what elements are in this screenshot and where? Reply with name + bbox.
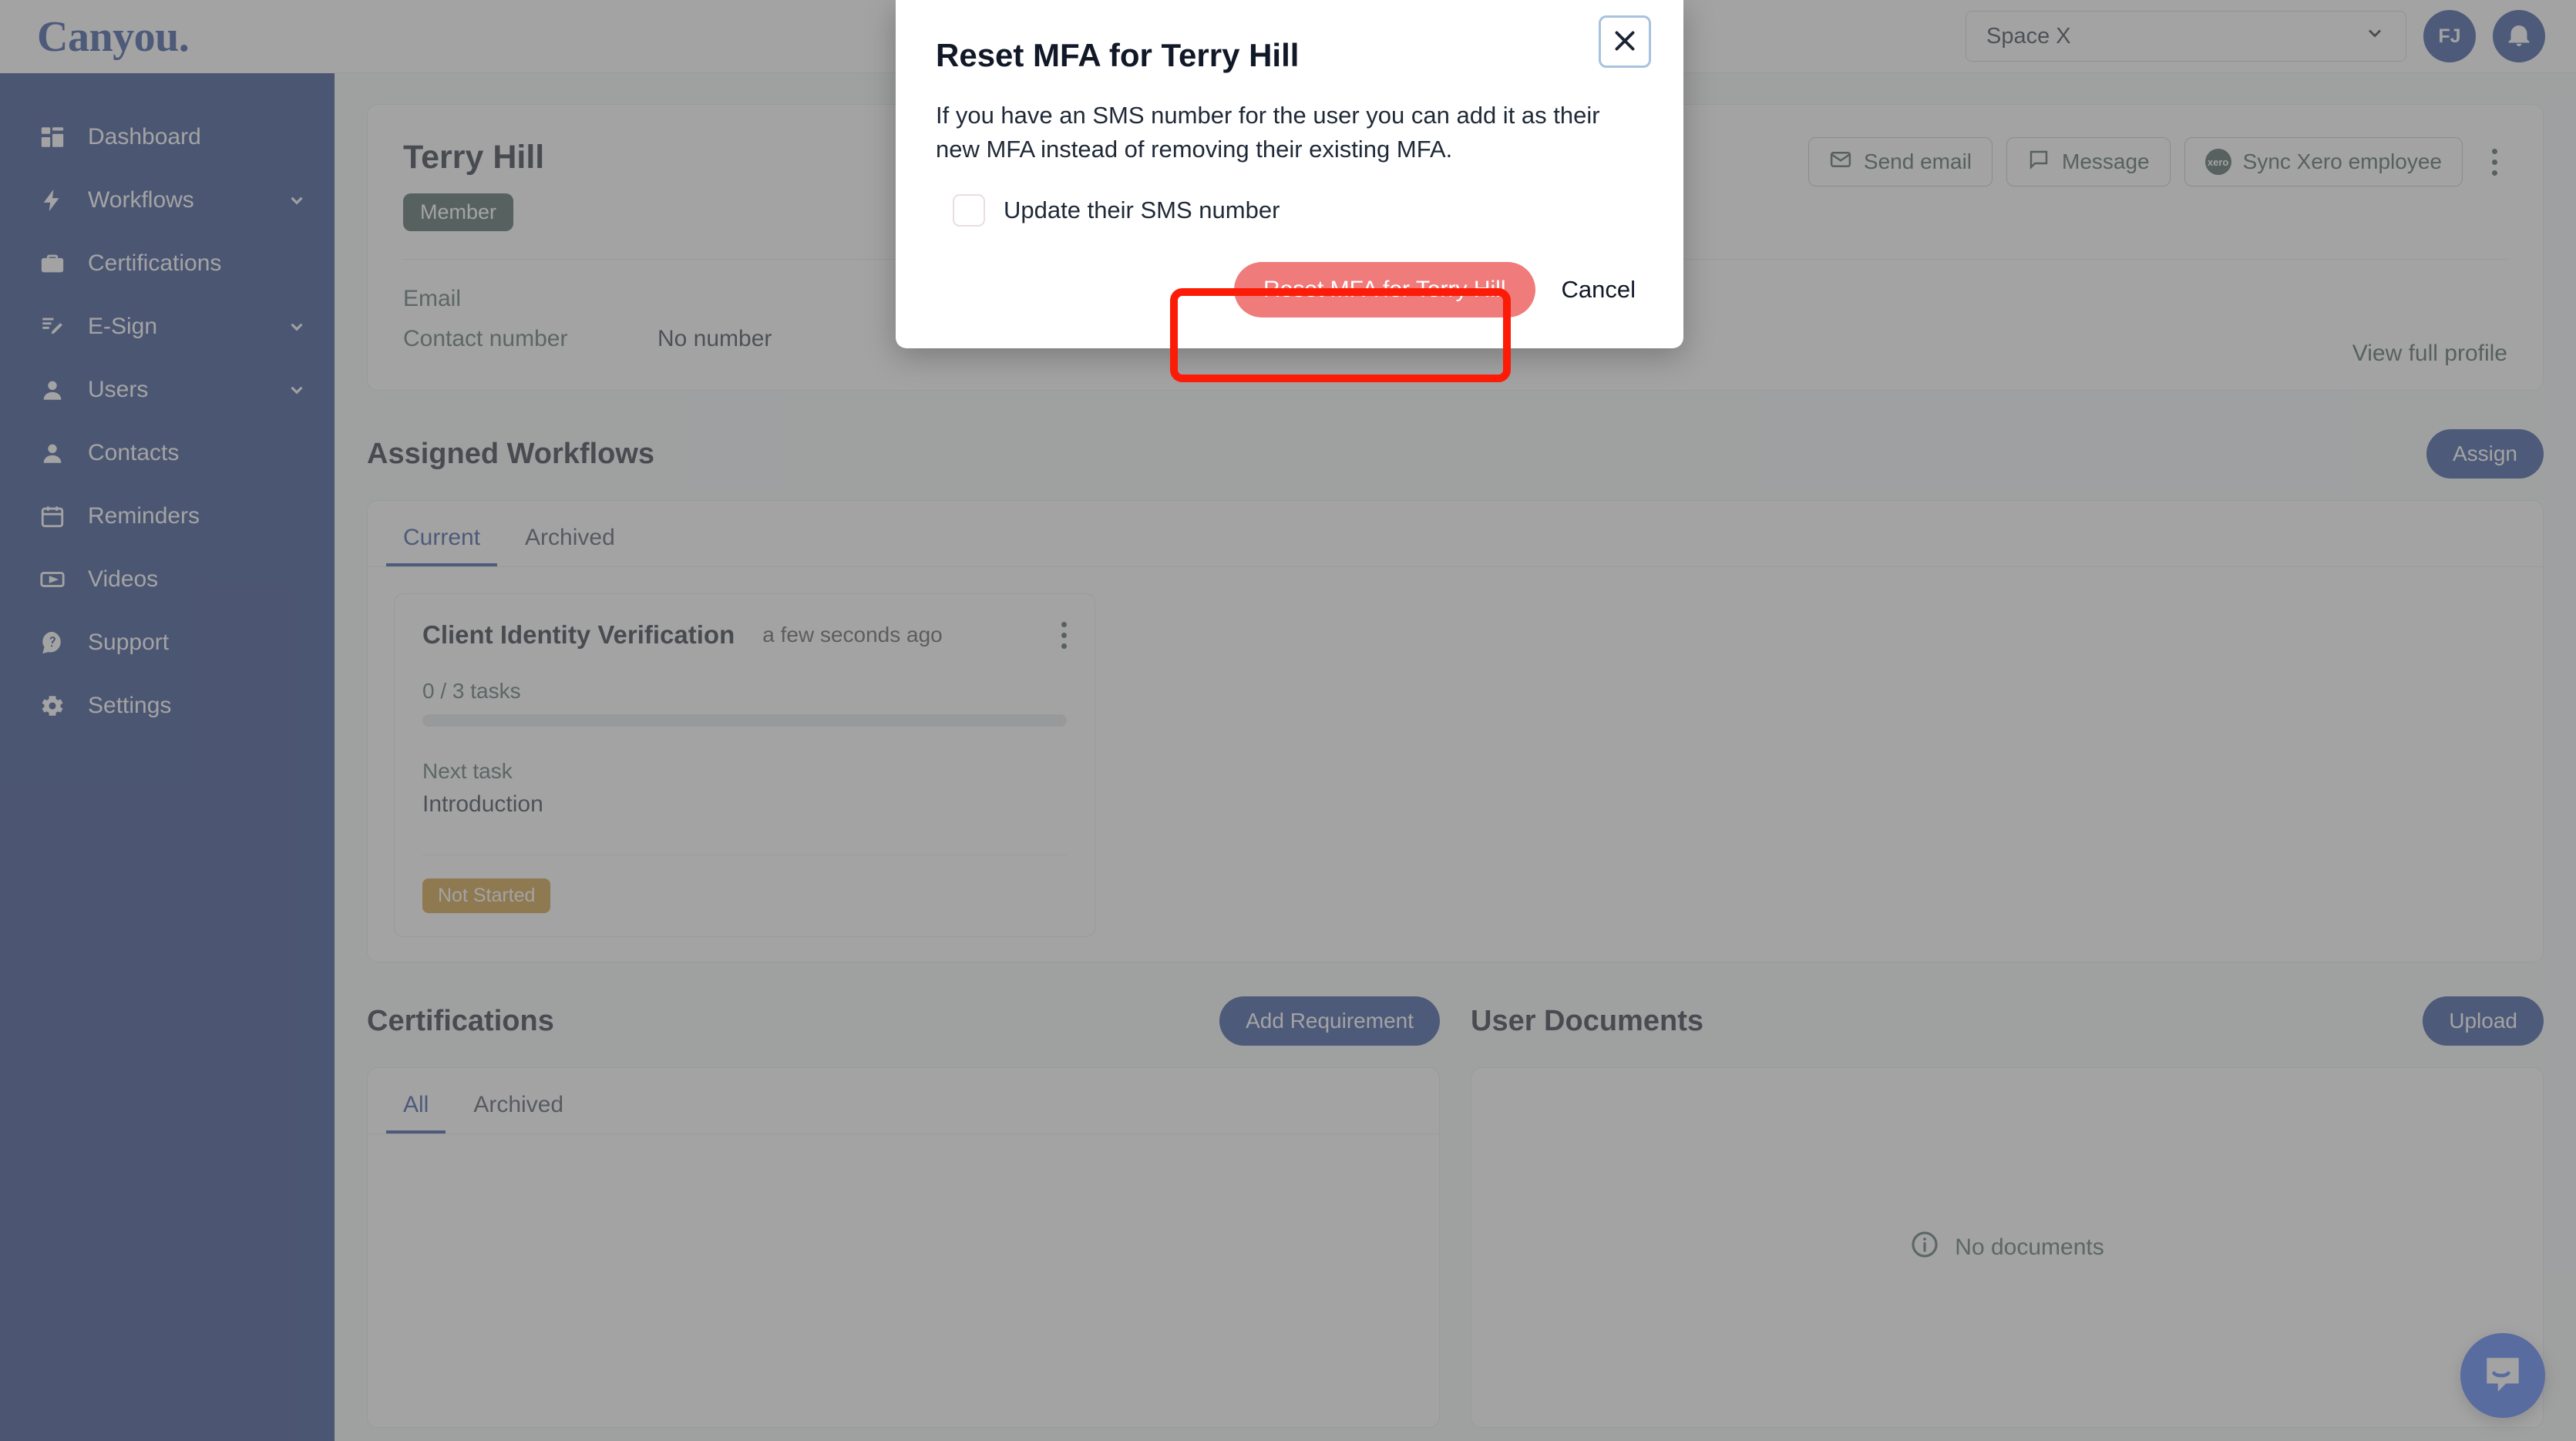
modal-actions: Reset MFA for Terry Hill Cancel bbox=[936, 262, 1643, 318]
update-sms-number-checkbox[interactable] bbox=[953, 194, 985, 227]
update-sms-number-row: Update their SMS number bbox=[936, 194, 1643, 227]
app-root: Canyou. Dashboard Workflows bbox=[0, 0, 2576, 1441]
cancel-button[interactable]: Cancel bbox=[1562, 276, 1636, 304]
close-button[interactable] bbox=[1599, 15, 1651, 68]
modal-description: If you have an SMS number for the user y… bbox=[936, 102, 1600, 163]
reset-mfa-modal: Reset MFA for Terry Hill If you have an … bbox=[896, 0, 1683, 349]
update-sms-number-label[interactable]: Update their SMS number bbox=[1004, 196, 1280, 224]
confirm-reset-mfa-button[interactable]: Reset MFA for Terry Hill bbox=[1233, 262, 1535, 318]
modal-title: Reset MFA for Terry Hill bbox=[936, 37, 1300, 73]
close-icon bbox=[1611, 27, 1639, 57]
